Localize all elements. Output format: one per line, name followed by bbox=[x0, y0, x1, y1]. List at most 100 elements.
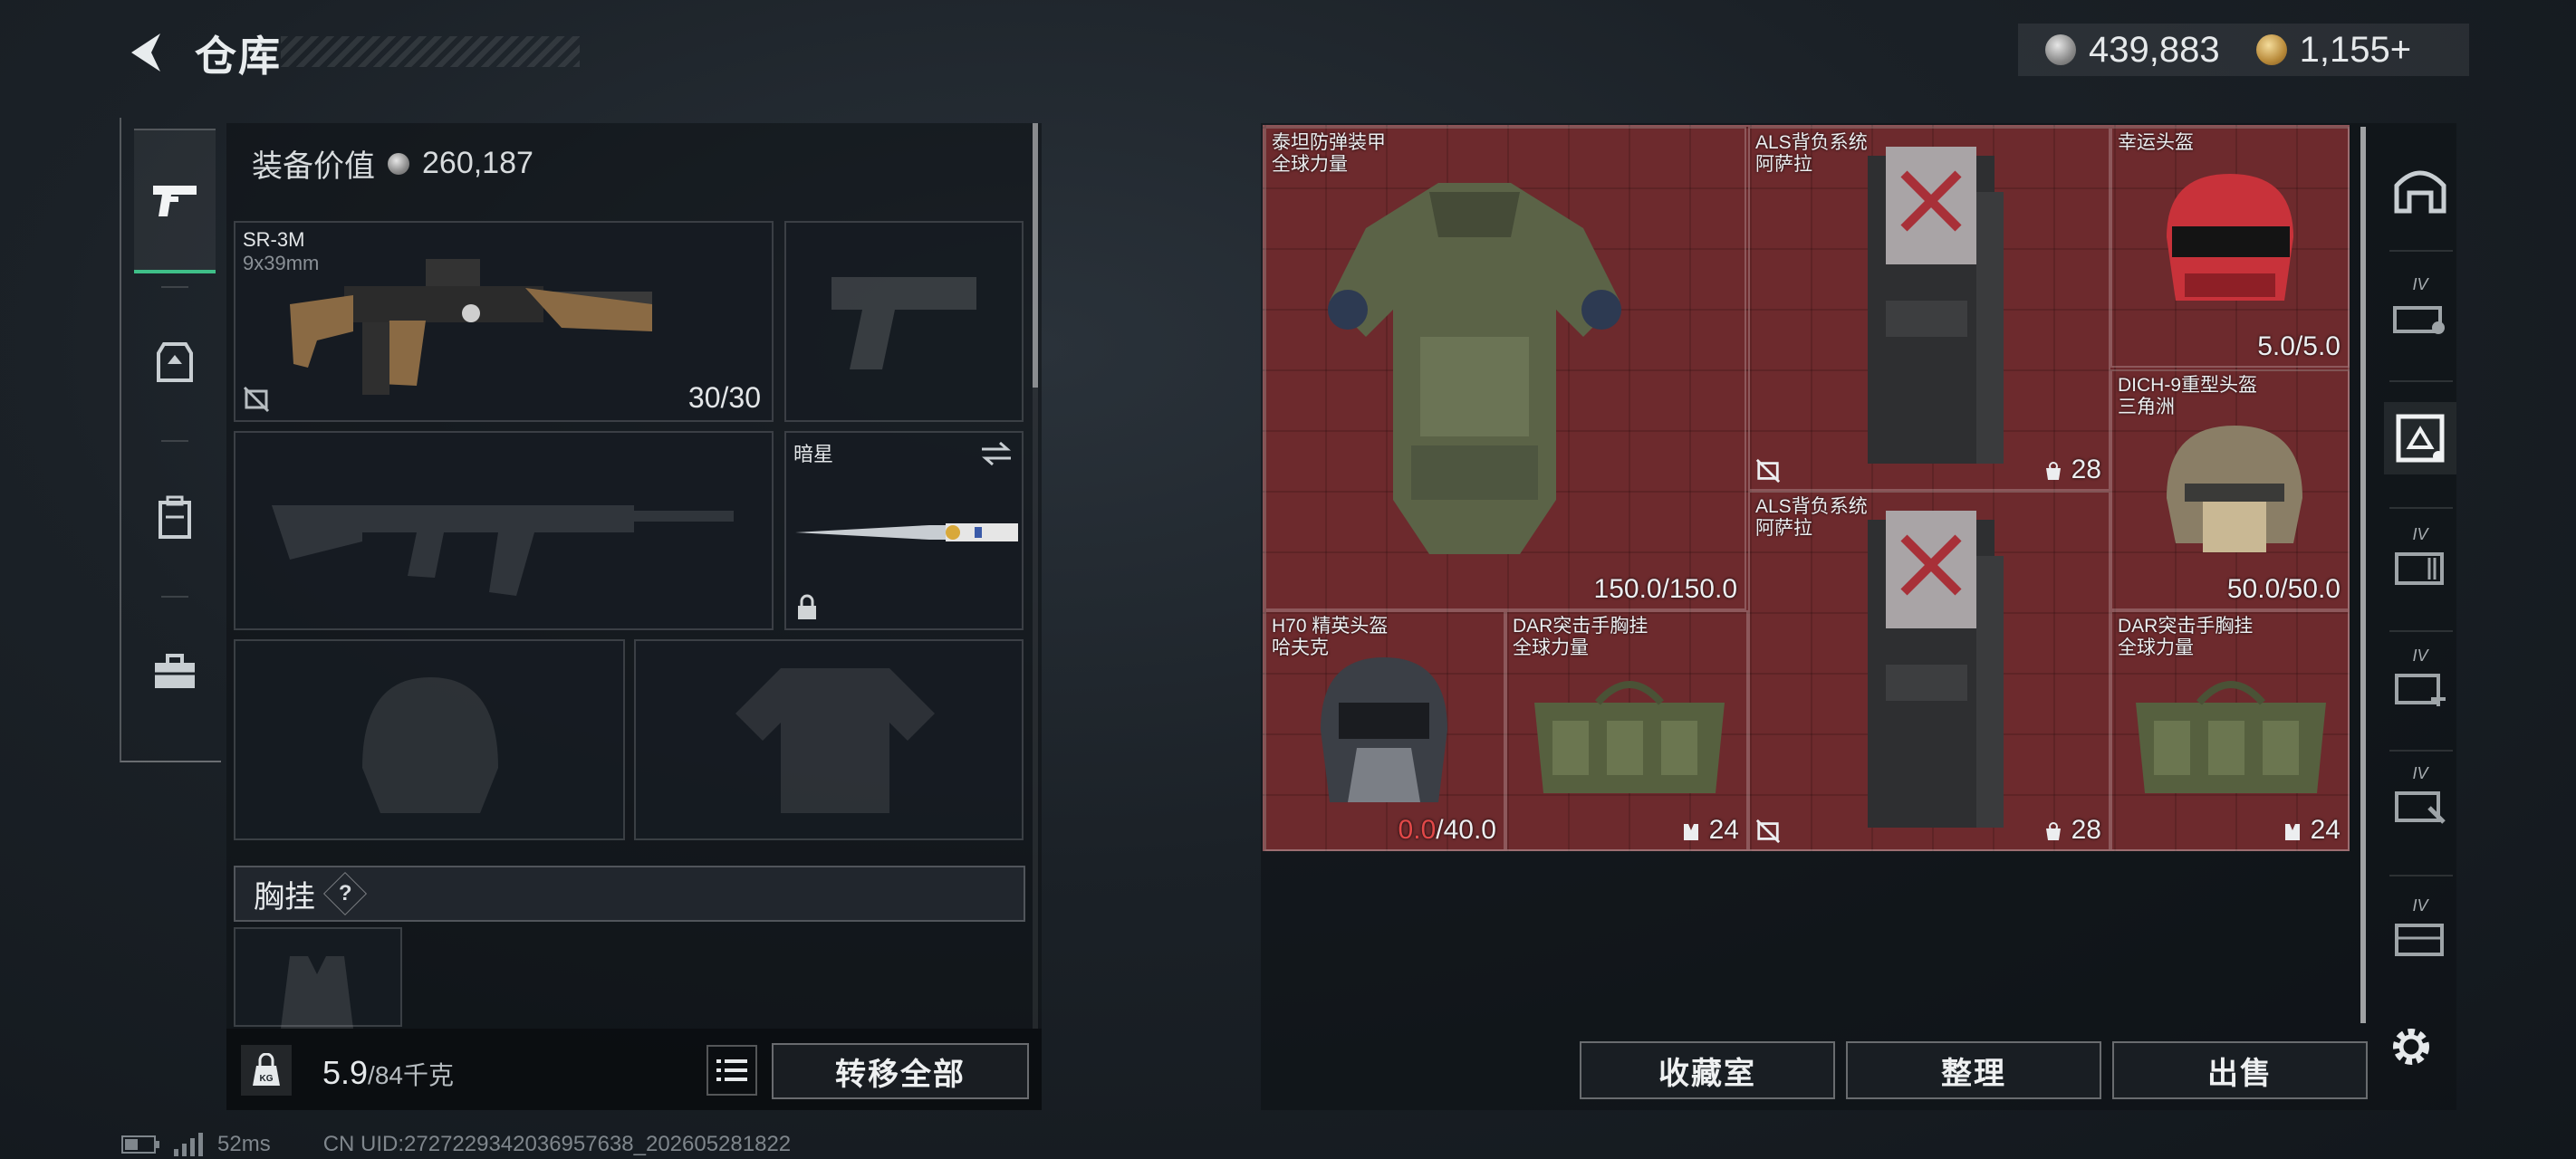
back-button[interactable] bbox=[118, 25, 172, 80]
item-name: DAR突击手胸挂 全球力量 bbox=[1513, 616, 1648, 658]
storage-tab-nav: IV IV IV IV IV bbox=[2360, 127, 2460, 1023]
storage-item-backpack[interactable]: ALS背负系统 阿萨拉 28 bbox=[1748, 127, 2110, 491]
capacity: 28 bbox=[2043, 815, 2101, 846]
nav-divider bbox=[2389, 750, 2453, 752]
nav-divider bbox=[2389, 507, 2453, 509]
tier-label: IV bbox=[2412, 525, 2428, 543]
sell-button[interactable]: 出售 bbox=[2112, 1041, 2368, 1099]
capacity: 28 bbox=[2043, 455, 2101, 485]
storage-item-helmet-dich9[interactable]: DICH-9重型头盔 三角洲 50.0/50.0 bbox=[2110, 369, 2350, 610]
storage-item-helmet-lucky[interactable]: 幸运头盔 5.0/5.0 bbox=[2110, 127, 2350, 368]
tab-storage-1[interactable]: IV bbox=[2384, 275, 2456, 353]
storage-item-body-armor[interactable]: 泰坦防弹装甲 全球力量 150.0/150.0 bbox=[1264, 127, 1746, 610]
organize-button[interactable]: 整理 bbox=[1846, 1041, 2101, 1099]
transfer-all-button[interactable]: 转移全部 bbox=[772, 1043, 1029, 1099]
svg-text:KG: KG bbox=[260, 1074, 274, 1084]
secondary-weapon-slot[interactable] bbox=[234, 431, 774, 630]
melee-slot[interactable]: 暗星 bbox=[784, 431, 1024, 630]
chest-rig-title: 胸挂 bbox=[254, 879, 315, 915]
tab-case[interactable] bbox=[134, 599, 216, 744]
help-button[interactable]: ? bbox=[322, 871, 368, 916]
page-title: 仓库 bbox=[195, 33, 282, 80]
durability: 0.0/40.0 bbox=[1398, 815, 1496, 845]
cabinet-icon bbox=[2395, 552, 2444, 585]
melee-name: 暗星 bbox=[793, 443, 834, 465]
rig-icon bbox=[2285, 824, 2301, 841]
equipment-value: 装备价值 260,187 bbox=[252, 141, 533, 186]
no-insure-icon bbox=[243, 386, 270, 413]
tab-storage-5[interactable]: IV bbox=[2384, 764, 2456, 842]
rifle-image bbox=[290, 259, 652, 395]
tab-storage-active[interactable] bbox=[2384, 402, 2456, 474]
list-view-button[interactable] bbox=[706, 1045, 757, 1096]
pistol-slot[interactable] bbox=[784, 221, 1024, 422]
tier-label: IV bbox=[2412, 275, 2428, 293]
weapon-storage-icon bbox=[2393, 306, 2445, 334]
gold-balance[interactable]: 1,155+ bbox=[2300, 30, 2411, 71]
tab-all-storage[interactable] bbox=[2384, 154, 2456, 226]
swap-icon[interactable] bbox=[980, 440, 1013, 467]
tab-storage-3[interactable]: IV bbox=[2384, 525, 2456, 603]
storage-item-chest-rig[interactable]: DAR突击手胸挂 全球力量 24 bbox=[2110, 610, 2350, 851]
nav-divider bbox=[2389, 630, 2453, 632]
primary-weapon-slot[interactable]: SR-3M 9x39mm 30/30 bbox=[234, 221, 774, 422]
storage-item-helmet-h70[interactable]: H70 精英头盔 哈夫克 0.0/40.0 bbox=[1264, 610, 1505, 851]
tool-storage-icon bbox=[2395, 791, 2446, 824]
tab-storage-4[interactable]: IV bbox=[2384, 647, 2456, 724]
nav-divider bbox=[2389, 875, 2453, 876]
gold-coin-icon bbox=[2255, 34, 2287, 65]
chest-rig-silhouette-icon bbox=[281, 956, 353, 1029]
weight-icon: KG bbox=[241, 1045, 292, 1096]
nav-divider bbox=[161, 440, 188, 442]
helmet-slot[interactable] bbox=[234, 639, 625, 840]
capacity: 24 bbox=[1681, 815, 1739, 846]
tab-weapons[interactable] bbox=[134, 129, 216, 273]
supply-storage-icon bbox=[2395, 924, 2444, 956]
storage-item-backpack[interactable]: ALS背负系统 阿萨拉 28 bbox=[1748, 491, 2110, 851]
status-footer: 52ms CN UID:272722934203695763​8_2026052… bbox=[121, 1132, 791, 1157]
silver-coin-icon bbox=[2045, 34, 2076, 65]
storage-item-chest-rig[interactable]: DAR突击手胸挂 全球力量 24 bbox=[1505, 610, 1748, 851]
equipment-value-amount: 260,187 bbox=[422, 146, 533, 180]
rig-icon bbox=[1684, 824, 1699, 841]
dich9-helmet-image bbox=[2167, 426, 2302, 552]
h70-helmet-image bbox=[1321, 657, 1447, 802]
silver-balance: 439,883 bbox=[2089, 29, 2220, 70]
nav-divider bbox=[161, 286, 188, 288]
settings-button[interactable] bbox=[2386, 1021, 2437, 1072]
ping-value: 52ms bbox=[217, 1132, 271, 1156]
knife-image bbox=[795, 523, 1018, 541]
pistol-icon bbox=[153, 186, 197, 216]
user-uid: CN UID:272722934203695763​8_202605281822 bbox=[322, 1132, 792, 1156]
title-decoration bbox=[281, 36, 580, 67]
equipment-category-nav bbox=[120, 118, 221, 762]
rifle-silhouette-icon bbox=[272, 505, 734, 596]
body-armor-slot[interactable] bbox=[634, 639, 1024, 840]
bag-icon bbox=[2046, 462, 2062, 481]
nav-divider bbox=[2389, 250, 2453, 252]
weight-current: 5.9 bbox=[322, 1054, 369, 1091]
armor-storage-icon bbox=[2396, 414, 2445, 463]
weight-capacity: /84千克 bbox=[368, 1061, 454, 1089]
tab-storage-6[interactable]: IV bbox=[2384, 896, 2456, 974]
item-name: 幸运头盔 bbox=[2118, 132, 2194, 153]
backpack-image bbox=[1868, 511, 2004, 828]
collection-room-button[interactable]: 收藏室 bbox=[1580, 1041, 1835, 1099]
body-armor-image bbox=[1328, 183, 1621, 554]
pistol-silhouette-icon bbox=[831, 277, 976, 369]
capacity: 24 bbox=[2283, 815, 2341, 846]
backpack-image bbox=[1868, 147, 2004, 464]
no-insure-icon bbox=[1755, 458, 1781, 484]
equipment-scrollbar[interactable] bbox=[1033, 123, 1038, 388]
back-arrow-icon bbox=[131, 34, 160, 72]
battery-icon bbox=[121, 1135, 159, 1154]
chest-rig-slot[interactable] bbox=[234, 927, 402, 1029]
backpack-icon bbox=[159, 495, 191, 539]
no-insure-icon bbox=[1755, 819, 1781, 844]
lucky-helmet-image bbox=[2167, 174, 2293, 301]
tab-armor[interactable] bbox=[134, 290, 216, 435]
tab-backpack[interactable] bbox=[134, 445, 216, 590]
nav-divider bbox=[2389, 380, 2453, 382]
durability: 5.0/5.0 bbox=[2257, 331, 2341, 361]
durability: 150.0/150.0 bbox=[1593, 574, 1737, 604]
